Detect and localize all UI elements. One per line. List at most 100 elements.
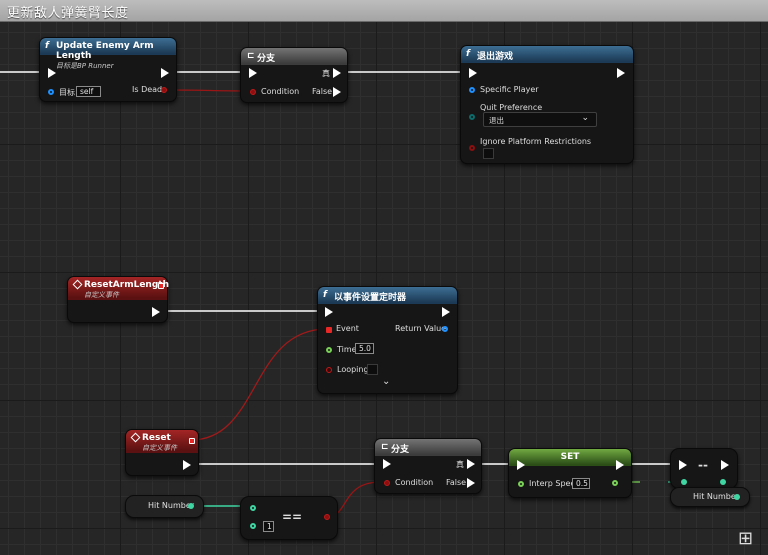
exec-in-pin[interactable] <box>48 68 56 78</box>
b-field[interactable]: 1 <box>263 521 274 532</box>
node-title: ResetArmLength <box>84 280 169 290</box>
reroute-icon: ⊞ <box>738 528 754 549</box>
reset-arm-length-event-node[interactable]: ResetArmLength 自定义事件 <box>67 276 169 323</box>
exec-out-pin[interactable] <box>161 68 169 78</box>
looping-pin[interactable] <box>326 367 332 373</box>
exec-in-pin[interactable] <box>249 68 257 78</box>
branch-node[interactable]: ⊏ 分支 真 Condition False <box>240 47 348 103</box>
target-pin[interactable] <box>48 89 54 95</box>
time-pin[interactable] <box>326 347 332 353</box>
hit-number-get-node[interactable]: Hit Number <box>125 495 204 518</box>
in-pin[interactable] <box>681 479 687 485</box>
time-field[interactable]: 5.0 <box>355 343 374 354</box>
false-label: False <box>446 478 467 487</box>
false-label: False <box>312 87 333 96</box>
hit-number-variable[interactable]: Hit Number <box>670 487 750 507</box>
interp-speed-pin[interactable] <box>518 481 524 487</box>
return-value-label: Return Value <box>395 324 447 333</box>
node-header: ⊏ 分支 <box>375 439 481 456</box>
is-dead-label: Is Dead <box>132 85 163 94</box>
condition-label: Condition <box>395 478 434 487</box>
set-node[interactable]: SET Interp Speed 0.5 <box>508 448 632 498</box>
node-title: SET <box>560 452 580 462</box>
b-pin[interactable] <box>250 523 256 529</box>
exec-false-pin[interactable] <box>467 478 475 488</box>
exec-in-pin[interactable] <box>325 307 333 317</box>
event-delegate-pin[interactable] <box>189 438 195 444</box>
node-title: 以事件设置定时器 <box>334 293 407 303</box>
set-timer-by-event-node[interactable]: f 以事件设置定时器 Event Return Value Time 5.0 L… <box>317 286 458 394</box>
exec-in-pin[interactable] <box>469 68 477 78</box>
variable-label: Hit Number <box>693 492 740 501</box>
quit-preference-pin[interactable] <box>469 114 475 120</box>
exec-true-pin[interactable] <box>467 459 475 469</box>
exec-out-pin[interactable] <box>183 460 191 470</box>
chevron-down-icon[interactable]: ⌄ <box>382 376 390 387</box>
return-value-pin[interactable] <box>442 326 448 332</box>
target-field[interactable]: self <box>76 86 101 97</box>
event-icon <box>130 432 141 443</box>
is-dead-pin[interactable] <box>161 87 167 93</box>
condition-pin[interactable] <box>250 89 256 95</box>
specific-player-pin[interactable] <box>469 87 475 93</box>
quit-preference-value: 退出 <box>489 116 504 125</box>
bool-wire <box>165 89 252 92</box>
exec-out-pin[interactable] <box>721 460 729 470</box>
exec-out-pin[interactable] <box>616 460 624 470</box>
decrement-symbol: -- <box>698 458 708 472</box>
node-title: Update Enemy Arm Length <box>56 41 154 61</box>
quit-preference-dropdown[interactable]: 退出 ⌄ <box>483 112 597 127</box>
branch-icon: ⊏ <box>247 51 255 61</box>
exec-out-pin[interactable] <box>152 307 160 317</box>
node-title: 分支 <box>391 445 410 455</box>
ignore-restrictions-label: Ignore Platform Restrictions <box>480 137 592 146</box>
condition-pin[interactable] <box>384 480 390 486</box>
exec-in-pin[interactable] <box>679 460 687 470</box>
quit-game-node[interactable]: f 退出游戏 Specific Player Quit Preference 退… <box>460 45 634 164</box>
exec-false-pin[interactable] <box>333 87 341 97</box>
function-icon: f <box>45 41 49 51</box>
interp-speed-out-pin[interactable] <box>612 480 618 486</box>
node-header: ⊏ 分支 <box>241 48 347 65</box>
event-pin[interactable] <box>326 327 332 333</box>
a-pin[interactable] <box>250 505 256 511</box>
node-header: f 以事件设置定时器 <box>318 287 457 304</box>
decrement-node[interactable]: -- <box>670 448 738 489</box>
variable-out-pin[interactable] <box>734 494 740 500</box>
equals-node[interactable]: 1 == <box>240 496 338 540</box>
exec-out-pin[interactable] <box>442 307 450 317</box>
specific-player-label: Specific Player <box>480 85 539 94</box>
variable-out-pin[interactable] <box>188 503 194 509</box>
function-icon: f <box>466 49 470 59</box>
looping-label: Looping <box>337 365 369 374</box>
ignore-restrictions-checkbox[interactable] <box>483 148 494 159</box>
node-title: 分支 <box>257 54 276 64</box>
interp-speed-field[interactable]: 0.5 <box>572 478 590 489</box>
exec-out-pin[interactable] <box>617 68 625 78</box>
node-subtitle: 自定义事件 <box>84 291 119 299</box>
out-pin[interactable] <box>720 479 726 485</box>
true-label: 真 <box>456 460 464 469</box>
branch-icon: ⊏ <box>381 442 389 452</box>
quit-preference-label: Quit Preference <box>480 103 543 112</box>
ignore-restrictions-pin[interactable] <box>469 145 475 151</box>
node-header: ResetArmLength 自定义事件 <box>68 277 169 300</box>
node-header: f 退出游戏 <box>461 46 633 63</box>
exec-in-pin[interactable] <box>383 459 391 469</box>
looping-checkbox[interactable] <box>367 364 378 375</box>
result-pin[interactable] <box>324 514 330 520</box>
equals-symbol: == <box>282 510 303 524</box>
exec-true-pin[interactable] <box>333 68 341 78</box>
reset-event-node[interactable]: Reset 自定义事件 <box>125 429 199 476</box>
update-enemy-arm-length-node[interactable]: f Update Enemy Arm Length 目标是BP Runner 目… <box>39 37 177 102</box>
chevron-down-icon: ⌄ <box>581 113 589 123</box>
exec-in-pin[interactable] <box>517 460 525 470</box>
branch-node[interactable]: ⊏ 分支 真 Condition False <box>374 438 482 494</box>
time-label: Time <box>337 345 357 354</box>
event-icon <box>72 279 83 290</box>
event-label: Event <box>336 324 359 333</box>
node-subtitle: 自定义事件 <box>142 444 177 452</box>
condition-label: Condition <box>261 87 300 96</box>
node-title: Reset <box>142 433 171 443</box>
event-delegate-pin[interactable] <box>158 283 164 289</box>
